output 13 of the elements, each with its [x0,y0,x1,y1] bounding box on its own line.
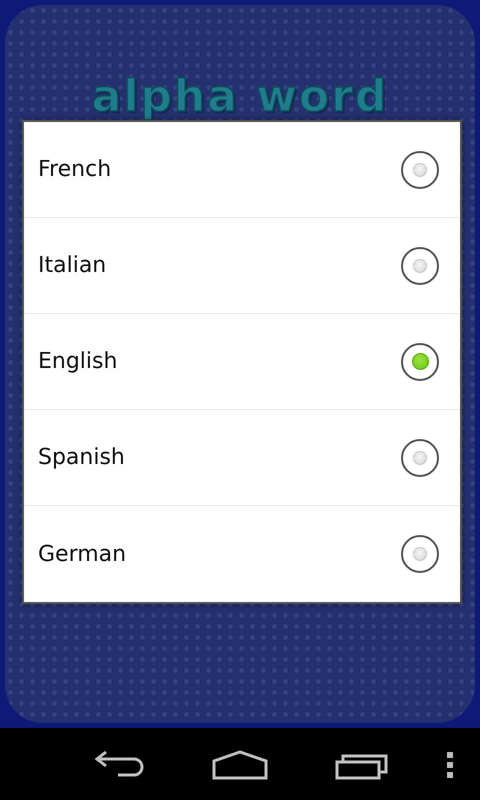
language-option[interactable]: Spanish [24,410,460,506]
radio-button[interactable] [401,535,439,573]
language-option[interactable]: German [24,506,460,602]
language-option[interactable]: French [24,122,460,218]
home-icon[interactable] [212,750,268,780]
language-option[interactable]: Italian [24,218,460,314]
radio-button[interactable] [401,342,439,380]
radio-button[interactable] [401,150,439,188]
language-option[interactable]: English [24,314,460,410]
radio-button[interactable] [401,438,439,476]
game-logo: alpha word [92,75,388,119]
radio-button[interactable] [401,246,439,284]
overflow-menu-icon[interactable] [446,752,454,778]
